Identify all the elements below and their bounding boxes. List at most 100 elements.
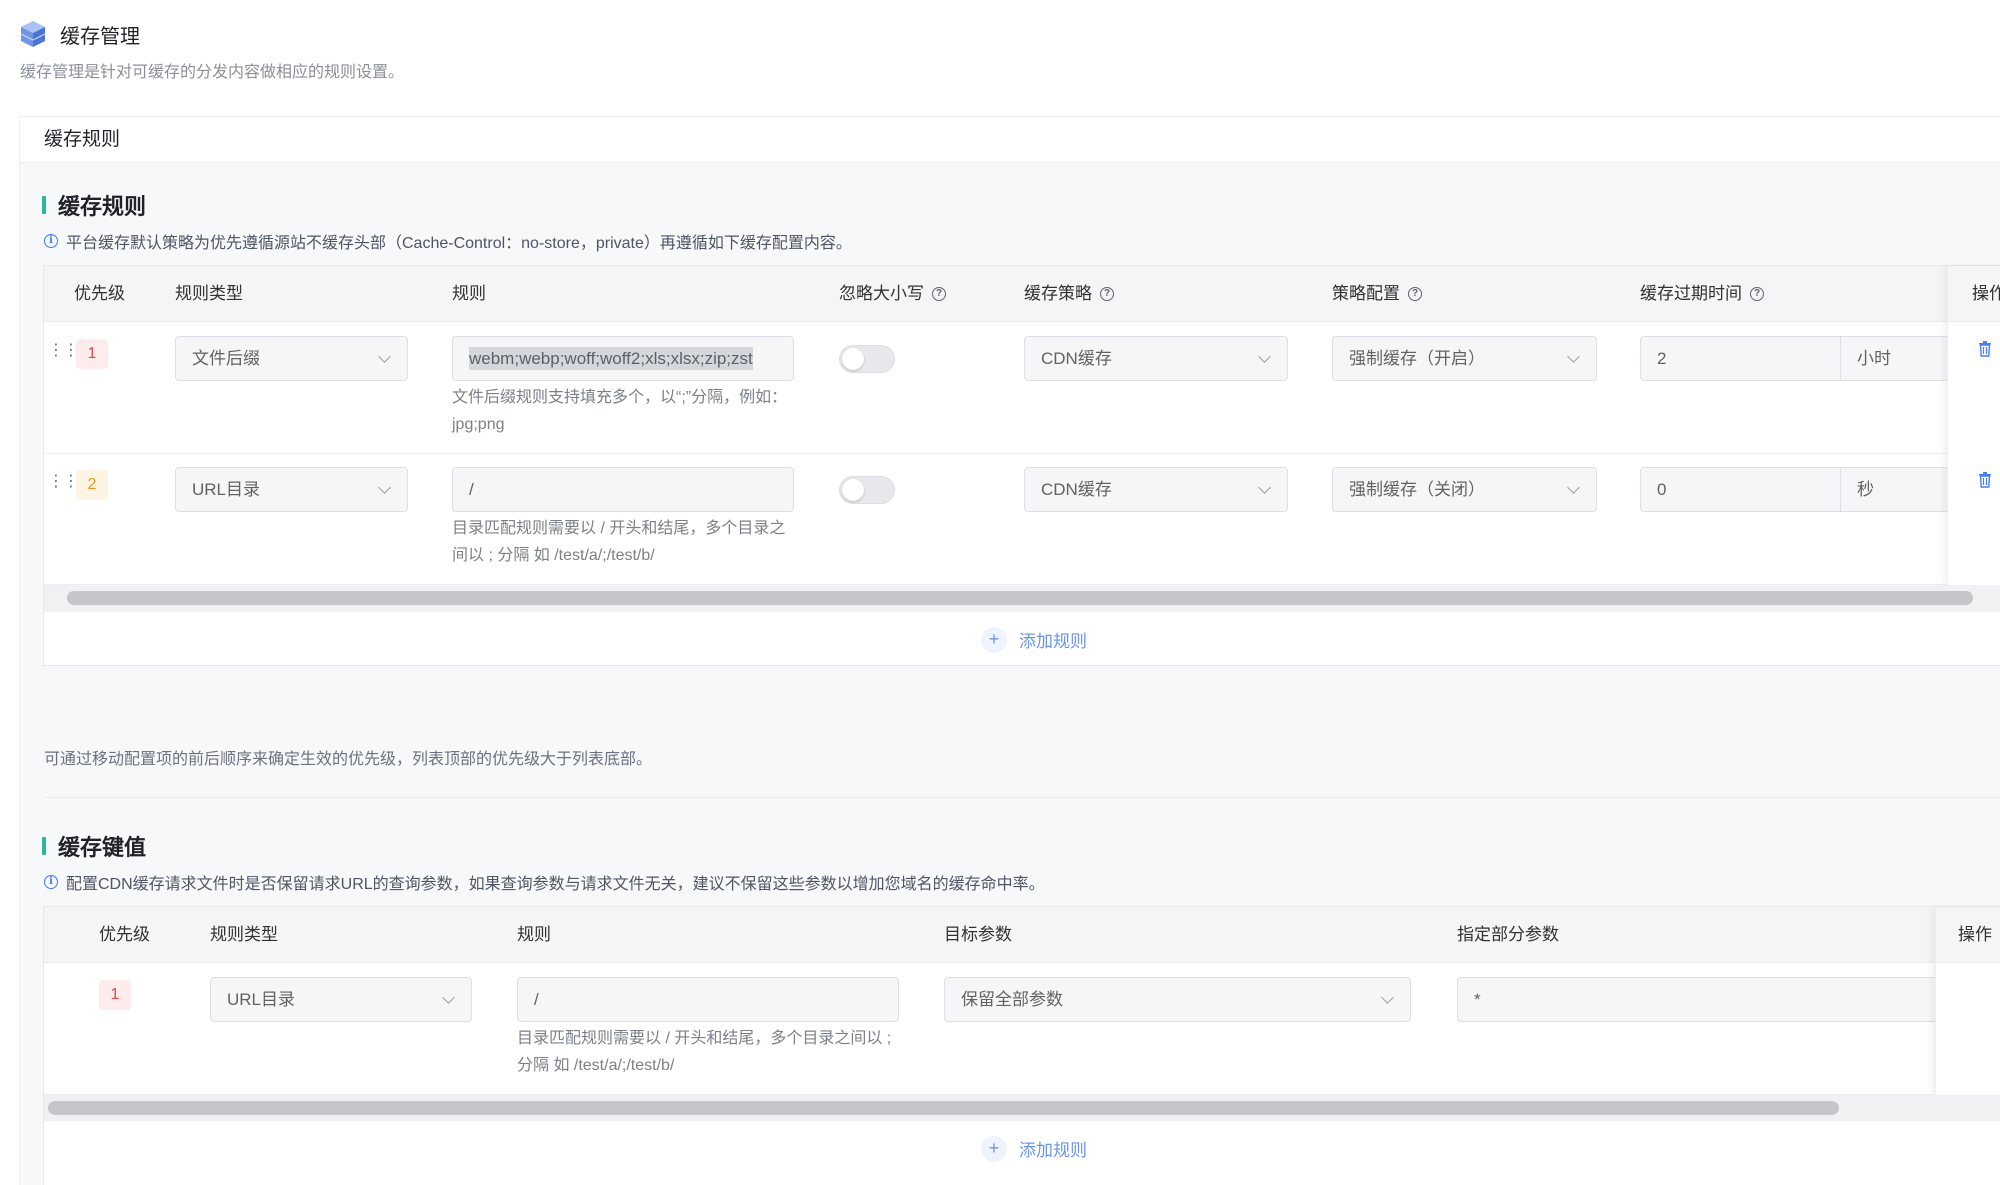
- rules-section-title: 缓存规则: [42, 189, 146, 221]
- priority-note: 可通过移动配置项的前后顺序来确定生效的优先级，列表顶部的优先级大于列表底部。: [44, 751, 653, 768]
- section-accent-bar: [42, 196, 46, 214]
- add-rule-button[interactable]: + 添加规则: [44, 1121, 2000, 1176]
- chevron-down-icon: [1258, 350, 1271, 363]
- key-actions-column: 操作: [1935, 907, 2000, 1095]
- target-param-select[interactable]: 保留全部参数: [944, 977, 1411, 1022]
- help-icon[interactable]: ?: [1750, 287, 1764, 301]
- chevron-down-icon: [1567, 350, 1580, 363]
- rule-input[interactable]: webm;webp;woff;woff2;xls;xlsx;zip;zst: [452, 336, 794, 381]
- col-priority: 优先级: [74, 284, 125, 303]
- col-cache-policy: 缓存策略?: [1024, 266, 1114, 322]
- trash-icon[interactable]: [1978, 472, 1992, 488]
- info-icon: i: [44, 234, 58, 248]
- toggle-knob: [842, 348, 864, 370]
- cache-policy-select[interactable]: CDN缓存: [1024, 467, 1288, 512]
- priority-badge: 1: [99, 980, 131, 1010]
- help-icon[interactable]: ?: [932, 287, 946, 301]
- info-icon: i: [44, 875, 58, 889]
- page-header: 缓存管理: [20, 18, 140, 50]
- rule-input-value: webm;webp;woff;woff2;xls;xlsx;zip;zst: [469, 347, 753, 370]
- expire-value-input[interactable]: 0: [1640, 467, 1841, 512]
- col-policy-config-label: 策略配置: [1332, 284, 1400, 303]
- ignore-case-toggle[interactable]: [839, 476, 895, 504]
- rule-type-value: URL目录: [227, 990, 296, 1009]
- col-actions: 操作: [1936, 907, 2000, 963]
- rule-hint: 目录匹配规则需要以 / 开头和结尾，多个目录之间以 ; 分隔 如 /test/a…: [517, 1030, 892, 1074]
- col-rule: 规则: [452, 284, 486, 303]
- policy-config-value: 强制缓存（开启）: [1349, 349, 1485, 368]
- rule-type-value: 文件后缀: [192, 349, 260, 368]
- expire-unit-select[interactable]: 小时: [1841, 336, 1951, 381]
- table-row: ⋮⋮ 1 文件后缀 webm;webp;woff;woff2;xls;xlsx;…: [44, 323, 2000, 454]
- key-tip-text: 配置CDN缓存请求文件时是否保留请求URL的查询参数，如果查询参数与请求文件无关…: [66, 876, 1045, 893]
- expire-value-input[interactable]: 2: [1640, 336, 1841, 381]
- plus-icon: +: [981, 626, 1007, 653]
- rule-hint: 文件后缀规则支持填充多个，以“;”分隔，例如：jpg;png: [452, 389, 788, 433]
- page-description: 缓存管理是针对可缓存的分发内容做相应的规则设置。: [20, 64, 405, 81]
- col-partial-param: 指定部分参数: [1457, 925, 1559, 944]
- horizontal-scrollbar[interactable]: [67, 591, 1973, 605]
- expire-unit-select[interactable]: 秒: [1841, 467, 1951, 512]
- col-rule-type: 规则类型: [210, 925, 278, 944]
- col-rule: 规则: [517, 925, 551, 944]
- rule-type-select[interactable]: URL目录: [175, 467, 408, 512]
- policy-config-select[interactable]: 强制缓存（开启）: [1332, 336, 1597, 381]
- col-expire-time: 缓存过期时间?: [1640, 266, 1764, 322]
- col-ignore-case-label: 忽略大小写: [839, 284, 924, 303]
- cache-card: 缓存规则 缓存规则 i 平台缓存默认策略为优先遵循源站不缓存头部（Cache-C…: [19, 116, 2000, 1185]
- rules-section-tip: i 平台缓存默认策略为优先遵循源站不缓存头部（Cache-Control：no-…: [44, 229, 852, 253]
- add-rule-button[interactable]: + 添加规则: [44, 612, 2000, 667]
- priority-badge: 1: [76, 339, 108, 369]
- col-policy-config: 策略配置?: [1332, 266, 1422, 322]
- cache-policy-value: CDN缓存: [1041, 480, 1112, 499]
- horizontal-scrollbar[interactable]: [48, 1101, 1839, 1115]
- chevron-down-icon: [378, 481, 391, 494]
- col-target-param: 目标参数: [944, 925, 1012, 944]
- help-icon[interactable]: ?: [1100, 287, 1114, 301]
- add-rule-label: 添加规则: [1019, 1141, 1087, 1160]
- key-section-title-text: 缓存键值: [58, 835, 147, 860]
- chevron-down-icon: [1381, 991, 1394, 1004]
- table-row: ⋮⋮ 2 URL目录 / 目录匹配规则需要以 / 开头和结尾，多个目录之间以 ;…: [44, 454, 2000, 585]
- cache-rules-table: 优先级 规则类型 规则 忽略大小写? 缓存策略? 策略配置? 缓存过期时间? ⋮…: [43, 265, 2000, 666]
- trash-icon[interactable]: [1978, 341, 1992, 357]
- priority-badge: 2: [76, 470, 108, 500]
- col-cache-policy-label: 缓存策略: [1024, 284, 1092, 303]
- page-title: 缓存管理: [60, 25, 140, 48]
- rule-input[interactable]: /: [452, 467, 794, 512]
- rule-hint: 目录匹配规则需要以 / 开头和结尾，多个目录之间以 ; 分隔 如 /test/a…: [452, 520, 786, 564]
- drag-handle-icon[interactable]: ⋮⋮: [48, 343, 79, 359]
- col-actions: 操作: [1948, 266, 2000, 322]
- chevron-down-icon: [378, 350, 391, 363]
- chevron-down-icon: [1258, 481, 1271, 494]
- rule-input[interactable]: /: [517, 977, 899, 1022]
- rule-type-select[interactable]: 文件后缀: [175, 336, 408, 381]
- chevron-down-icon: [442, 991, 455, 1004]
- plus-icon: +: [981, 1135, 1007, 1162]
- drag-handle-icon[interactable]: ⋮⋮: [48, 474, 79, 490]
- cache-key-table: 优先级 规则类型 规则 目标参数 指定部分参数 1 URL目录 / 目录匹配规则…: [43, 906, 2000, 1185]
- policy-config-value: 强制缓存（关闭）: [1349, 480, 1485, 499]
- cache-policy-select[interactable]: CDN缓存: [1024, 336, 1288, 381]
- key-table-header: 优先级 规则类型 规则 目标参数 指定部分参数: [44, 907, 1937, 963]
- section-accent-bar: [42, 837, 46, 855]
- col-ignore-case: 忽略大小写?: [839, 266, 946, 322]
- rules-section-title-text: 缓存规则: [58, 194, 147, 219]
- target-param-value: 保留全部参数: [961, 990, 1063, 1009]
- rules-table-header: 优先级 规则类型 规则 忽略大小写? 缓存策略? 策略配置? 缓存过期时间?: [44, 266, 1950, 322]
- col-priority: 优先级: [99, 925, 150, 944]
- key-section-tip: i 配置CDN缓存请求文件时是否保留请求URL的查询参数，如果查询参数与请求文件…: [44, 870, 1045, 894]
- partial-param-input[interactable]: *: [1457, 977, 1937, 1022]
- add-rule-label: 添加规则: [1019, 632, 1087, 651]
- col-expire-time-label: 缓存过期时间: [1640, 284, 1742, 303]
- cube-stack-icon: [20, 21, 46, 47]
- rule-type-value: URL目录: [192, 480, 261, 499]
- key-section-title: 缓存键值: [42, 830, 146, 862]
- cache-policy-value: CDN缓存: [1041, 349, 1112, 368]
- ignore-case-toggle[interactable]: [839, 345, 895, 373]
- rule-type-select[interactable]: URL目录: [210, 977, 472, 1022]
- rules-actions-column: 操作: [1947, 266, 2000, 585]
- card-tab-title: 缓存规则: [20, 117, 2000, 163]
- help-icon[interactable]: ?: [1408, 287, 1422, 301]
- policy-config-select[interactable]: 强制缓存（关闭）: [1332, 467, 1597, 512]
